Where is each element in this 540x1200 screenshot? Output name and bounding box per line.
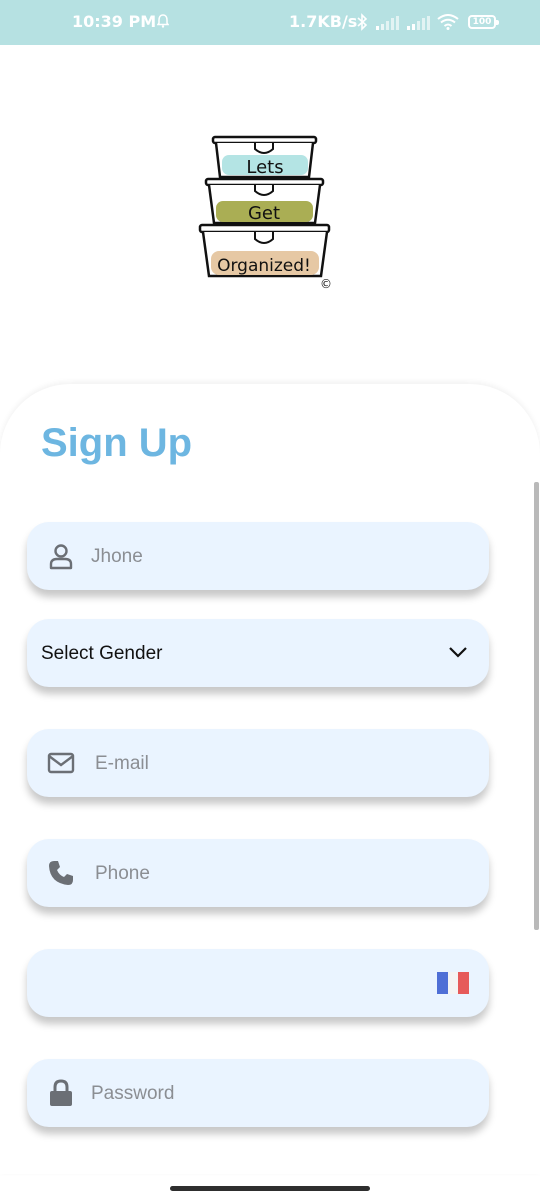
mail-icon [47, 752, 75, 774]
status-bar: 10:39 PM 1.7KB/s 100 [0, 0, 540, 45]
person-icon [49, 544, 73, 570]
scrollbar[interactable] [534, 482, 539, 930]
password-field[interactable]: Password [27, 1059, 489, 1127]
lock-icon [50, 1079, 72, 1106]
bluetooth-icon [357, 13, 368, 31]
phone-field[interactable]: Phone [27, 839, 489, 907]
battery-icon: 100 [468, 15, 499, 29]
gender-selected-value: Select Gender [41, 643, 163, 664]
wifi-icon [437, 14, 459, 30]
home-indicator[interactable] [170, 1186, 370, 1191]
france-flag-icon[interactable] [437, 971, 469, 995]
status-time: 10:39 PM [72, 12, 157, 31]
email-placeholder: E-mail [95, 753, 149, 774]
name-placeholder: Jhone [91, 546, 143, 567]
logo-copyright: © [320, 277, 332, 291]
password-placeholder: Password [91, 1083, 175, 1104]
notification-bell-icon [157, 14, 169, 28]
email-field[interactable]: E-mail [27, 729, 489, 797]
app-logo: Lets Get Organized! © [198, 135, 332, 291]
network-speed: 1.7KB/s [289, 12, 358, 31]
gender-select[interactable]: Select Gender [27, 619, 489, 687]
phone-placeholder: Phone [95, 863, 150, 884]
signal-icon-2 [407, 16, 430, 30]
logo-line2: Get [248, 203, 280, 224]
logo-line3: Organized! [217, 256, 311, 276]
logo-line1: Lets [246, 157, 283, 178]
country-field[interactable] [27, 949, 489, 1017]
phone-icon [49, 861, 73, 885]
signal-icon [376, 16, 399, 30]
chevron-down-icon [449, 647, 467, 658]
name-field[interactable]: Jhone [27, 522, 489, 590]
page-title: Sign Up [41, 421, 193, 465]
